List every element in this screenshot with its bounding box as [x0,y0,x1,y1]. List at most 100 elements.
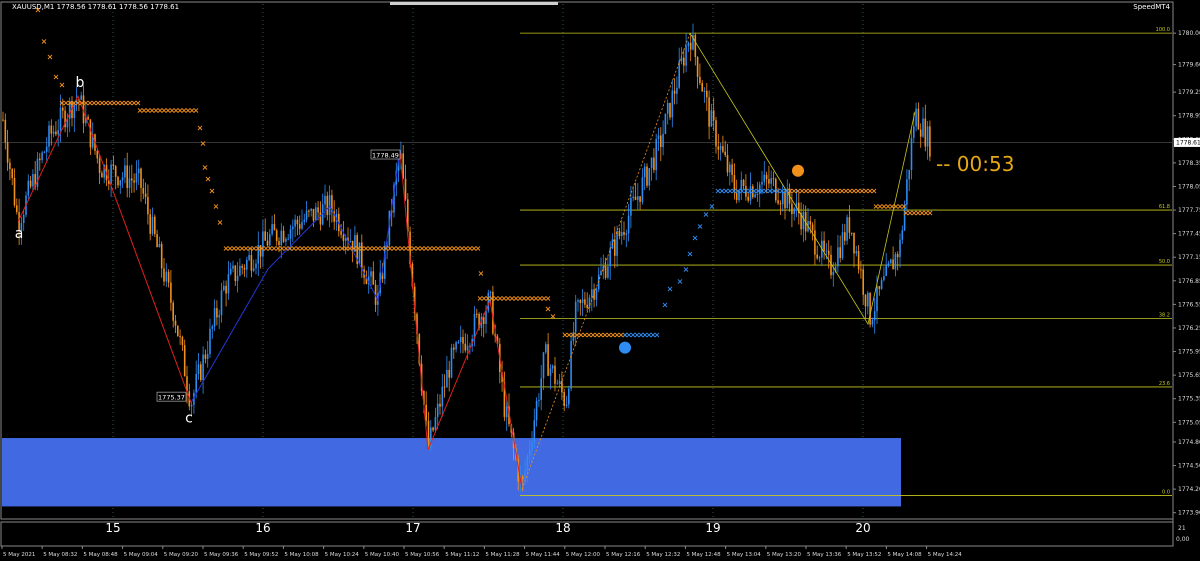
candle-body [846,217,848,241]
candle-body [844,232,846,241]
candle-body [110,164,112,184]
time-tick-label: 5 May 11:12 [445,552,479,558]
candle-body [436,403,439,417]
candle-body [243,267,246,270]
price-tick-label: 1778.35 [1178,160,1200,167]
candle-body [901,230,904,240]
candle-body [140,168,142,188]
candle-body [614,239,616,256]
candle-body [660,135,662,148]
candle-body [545,344,547,353]
candle-body [719,146,722,150]
level-marker: × [475,244,482,253]
trail-marker: × [41,37,48,46]
candle-body [538,399,540,401]
time-tick-label: 5 May 09:52 [244,552,278,558]
candle-body [839,247,841,259]
candle-body [731,164,733,175]
candle-body [89,119,92,148]
candle-body [917,108,920,130]
candle-body [841,232,844,259]
candle-body [177,325,179,336]
price-chart[interactable]: 100.061.850.038.223.60.0××××××××××××××××… [0,0,1200,561]
candle-body [535,400,538,421]
candle-body [894,254,897,270]
candle-body [616,230,618,256]
candle-body [453,347,455,350]
candle-body [857,251,860,270]
candle-body [814,230,816,255]
candle-body [305,210,308,220]
level-marker: × [193,106,200,115]
price-tick-label: 1775.95 [1178,349,1200,356]
candle-body [825,250,828,252]
candle-body [860,269,862,271]
candle-body [588,297,591,308]
candle-body [885,265,887,276]
candle-body [45,146,48,152]
candle-body [722,146,724,152]
candle-body [864,294,867,307]
price-tick-label: 1775.35 [1178,396,1200,403]
candle-body [579,300,582,304]
indicator-label: SpeedMT4 [1133,3,1170,11]
candle-body [673,90,676,94]
fib-level-label: 0.0 [1162,489,1170,495]
candle-body [712,110,715,121]
candle-body [250,255,253,271]
level-bar-3: ××××××××××××××××××××××××××××××××××××××××… [223,244,482,253]
candle-body [761,181,763,185]
candle-body [724,151,726,156]
day-label: 17 [405,521,420,535]
candle-body [303,219,306,222]
candle-body [694,34,697,58]
price-tick-label: 1778.05 [1178,183,1200,190]
candle-body [689,42,692,50]
candle-body [271,224,273,235]
candle-body [448,369,450,378]
time-tick-label: 5 May 08:32 [43,552,77,558]
candle-body [165,271,168,282]
time-tick-label: 5 May 08:48 [83,552,118,558]
candle-body [340,231,342,235]
candle-body [577,300,579,302]
fib-level-label: 23.6 [1159,381,1170,387]
candle-body [650,157,653,169]
candle-body [802,211,805,230]
candle-body [87,116,89,120]
level-bar-7: ××××××××××××××××××× [715,186,794,195]
candle-body [121,177,124,181]
candle-body [41,152,43,161]
candle-body [298,224,301,229]
candle-body [584,299,586,305]
candle-body [160,243,163,269]
candle-body [591,289,593,298]
candle-body [729,164,731,173]
candle-body [446,369,448,388]
candle-body [328,195,331,215]
candle-body [32,174,34,187]
candle-body [809,221,812,225]
candle-body [4,119,7,143]
trail-marker: × [200,139,207,148]
candle-body [476,313,478,315]
candle-body [144,193,147,198]
candle-body [637,196,639,200]
scrollbar[interactable] [390,2,558,5]
candle-body [696,57,699,77]
price-tick-label: 1777.45 [1178,231,1200,238]
time-tick-label: 5 May 13:36 [807,552,842,558]
candle-body [163,268,165,282]
candle-body [372,271,375,285]
candle-body [669,102,671,118]
candle-body [618,230,621,237]
candle-body [264,231,266,241]
candle-body [568,388,570,405]
candle-body [549,368,552,376]
candle-body [699,76,701,84]
candle-body [581,299,584,304]
time-tick-label: 5 May 12:32 [646,552,680,558]
candle-body [772,178,775,180]
level-marker: × [545,294,552,303]
candle-body [595,289,598,300]
